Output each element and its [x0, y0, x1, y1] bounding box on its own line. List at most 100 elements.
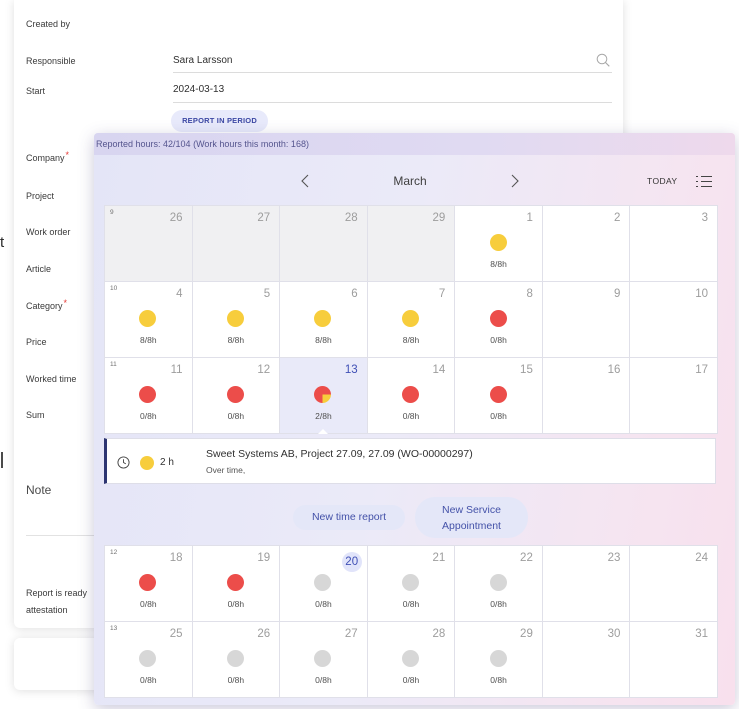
- status-dot: [489, 234, 507, 251]
- work-order-label: Work order: [26, 227, 71, 237]
- reported-hours-label: 2/8h: [315, 411, 332, 421]
- status-dot: [139, 310, 157, 327]
- day-number: 6: [351, 288, 358, 300]
- day-cell[interactable]: 29 0/8h: [455, 622, 543, 698]
- status-dot: [226, 310, 244, 327]
- week-number: 9: [110, 209, 114, 216]
- reported-hours-label: 0/8h: [227, 599, 245, 609]
- status-dot: [314, 650, 332, 667]
- day-number: 5: [263, 288, 271, 300]
- report-in-period-button[interactable]: REPORT IN PERIOD: [171, 110, 268, 132]
- day-cell[interactable]: 6 8/8h: [280, 282, 368, 358]
- edge-divider: [1, 452, 3, 468]
- entry-title: Sweet Systems AB, Project 27.09, 27.09 (…: [206, 448, 473, 460]
- new-time-report-button[interactable]: New time report: [293, 505, 405, 530]
- today-button[interactable]: TODAY: [647, 176, 678, 186]
- day-cell[interactable]: 28 0/8h: [367, 622, 456, 698]
- entry-duration: 2 h: [160, 457, 174, 468]
- day-cell[interactable]: 26 0/8h: [192, 622, 281, 698]
- week-number: 11: [110, 361, 117, 368]
- project-label: Project: [26, 191, 55, 201]
- status-dot: [401, 650, 419, 667]
- day-cell[interactable]: 12 18 0/8h: [105, 546, 193, 622]
- created-by-label: Created by: [26, 19, 71, 29]
- day-number: 18: [169, 552, 183, 564]
- day-cell[interactable]: 17: [630, 358, 718, 434]
- day-cell[interactable]: 12 0/8h: [192, 358, 281, 434]
- day-number: 4: [176, 288, 183, 300]
- day-number: 25: [169, 628, 183, 640]
- week-number: 10: [110, 285, 118, 292]
- day-cell[interactable]: 13 25 0/8h: [105, 622, 193, 698]
- status-dot: [140, 456, 154, 470]
- day-cell[interactable]: 11 11 0/8h: [105, 358, 193, 434]
- start-date-field[interactable]: 2024-03-13: [173, 83, 224, 97]
- day-cell[interactable]: 16: [542, 358, 631, 434]
- status-dot: [489, 386, 507, 403]
- day-number: 21: [432, 552, 446, 564]
- day-cell[interactable]: 23: [542, 546, 631, 622]
- search-icon[interactable]: [596, 53, 610, 67]
- day-cell[interactable]: 1 8/8h: [455, 206, 543, 282]
- day-cell[interactable]: 24: [630, 546, 718, 622]
- day-number: 11: [170, 364, 183, 376]
- reported-hours-label: 0/8h: [140, 599, 157, 609]
- calendar-grid: 9 26 27 28 29 1 8/8h 2 3 10 4 8/8h 5 8/8h 6 8/8h 7 8/8h 8 0…: [104, 205, 718, 434]
- day-cell[interactable]: 10: [630, 282, 718, 358]
- day-cell[interactable]: 8 0/8h: [455, 282, 543, 358]
- day-cell[interactable]: 29: [367, 206, 456, 282]
- reported-hours-label: 0/8h: [227, 411, 245, 421]
- status-dot: [489, 650, 507, 667]
- worked-time-label: Worked time: [26, 374, 77, 384]
- day-cell[interactable]: 27 0/8h: [280, 622, 368, 698]
- day-number: 3: [701, 212, 708, 224]
- day-cell[interactable]: 10 4 8/8h: [105, 282, 193, 358]
- required-mark: *: [65, 150, 70, 160]
- calendar-popup: Reported hours: 42/104 (Work hours this …: [94, 133, 735, 705]
- day-number: 28: [344, 212, 358, 224]
- new-service-appointment-button[interactable]: New Service Appointment: [415, 497, 528, 538]
- chevron-right-icon[interactable]: [511, 174, 519, 188]
- reported-hours-label: 0/8h: [490, 411, 507, 421]
- day-cell-selected[interactable]: 13 2/8h: [280, 358, 368, 434]
- day-cell[interactable]: 21 0/8h: [367, 546, 456, 622]
- day-cell[interactable]: 2: [542, 206, 631, 282]
- status-dot: [139, 574, 157, 591]
- day-cell[interactable]: 3: [630, 206, 718, 282]
- day-cell[interactable]: 9 26: [105, 206, 193, 282]
- article-label: Article: [26, 264, 52, 274]
- day-cell[interactable]: 27: [192, 206, 281, 282]
- day-cell[interactable]: 28: [280, 206, 368, 282]
- reported-hours-label: 0/8h: [402, 675, 420, 685]
- reported-hours-label: 0/8h: [315, 675, 332, 685]
- report-ready-label-line1: Report is ready: [26, 588, 88, 598]
- reported-hours-label: 0/8h: [402, 411, 420, 421]
- clock-icon: [117, 456, 130, 469]
- reported-hours-label: 0/8h: [490, 599, 507, 609]
- reported-hours-label: 8/8h: [140, 335, 157, 345]
- day-number: 12: [257, 364, 271, 376]
- day-number: 28: [432, 628, 446, 640]
- reported-hours-label: 0/8h: [490, 335, 507, 345]
- day-cell[interactable]: 14 0/8h: [367, 358, 456, 434]
- report-ready-label-line2: attestation: [26, 605, 68, 615]
- day-number: 23: [607, 552, 621, 564]
- reported-hours-label: 0/8h: [402, 599, 420, 609]
- day-cell[interactable]: 15 0/8h: [455, 358, 543, 434]
- responsible-field[interactable]: Sara Larsson: [173, 54, 232, 68]
- day-cell[interactable]: 31: [630, 622, 718, 698]
- day-cell[interactable]: 20 0/8h: [280, 546, 368, 622]
- day-cell[interactable]: 7 8/8h: [367, 282, 456, 358]
- day-cell[interactable]: 5 8/8h: [192, 282, 281, 358]
- day-number: 16: [607, 364, 621, 376]
- list-icon[interactable]: [696, 175, 712, 188]
- day-cell[interactable]: 9: [542, 282, 631, 358]
- day-number: 31: [695, 628, 708, 640]
- status-dot: [314, 310, 332, 327]
- day-cell[interactable]: 19 0/8h: [192, 546, 281, 622]
- day-cell[interactable]: 30: [542, 622, 631, 698]
- day-number: 22: [520, 552, 533, 564]
- chevron-left-icon[interactable]: [301, 174, 309, 188]
- day-cell[interactable]: 22 0/8h: [455, 546, 543, 622]
- time-report-entry[interactable]: 2 h Sweet Systems AB, Project 27.09, 27.…: [104, 438, 716, 484]
